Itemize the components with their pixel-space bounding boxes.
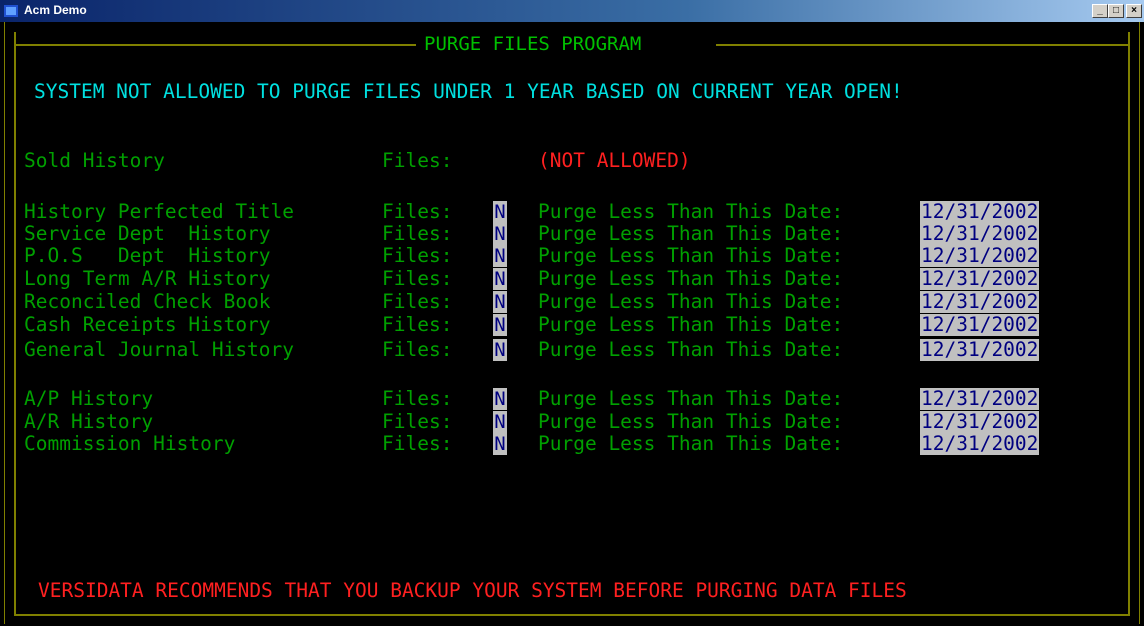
purge-flag-field[interactable]: N [493,223,507,245]
purge-flag-field[interactable]: N [493,291,507,313]
row-label: History Perfected Title [24,200,295,223]
purge-date-label: Purge Less Than This Date: [538,244,844,267]
close-button[interactable]: × [1126,4,1142,18]
app-icon [4,5,18,17]
purge-date-label: Purge Less Than This Date: [538,200,844,223]
purge-date-label: Purge Less Than This Date: [538,387,844,410]
files-label: Files: [382,222,453,245]
row-label: A/P History [24,387,154,410]
sold-history-files-label: Files: [382,149,453,172]
row-label: Cash Receipts History [24,313,271,336]
row-label: P.O.S Dept History [24,244,271,267]
maximize-button[interactable]: □ [1108,4,1124,18]
files-label: Files: [382,410,453,433]
minimize-button[interactable]: _ [1092,4,1108,18]
purge-date-label: Purge Less Than This Date: [538,267,844,290]
purge-date-field[interactable]: 12/31/2002 [920,339,1040,361]
purge-date-field[interactable]: 12/31/2002 [920,201,1040,223]
purge-date-field[interactable]: 12/31/2002 [920,268,1040,290]
row-label: General Journal History [24,338,295,361]
purge-flag-field[interactable]: N [493,314,507,336]
purge-date-field[interactable]: 12/31/2002 [920,223,1040,245]
purge-flag-field[interactable]: N [493,201,507,223]
purge-date-label: Purge Less Than This Date: [538,222,844,245]
row-label: Long Term A/R History [24,267,271,290]
purge-date-label: Purge Less Than This Date: [538,410,844,433]
files-label: Files: [382,200,453,223]
title-bar[interactable]: Acm Demo _ □ × [0,0,1144,22]
program-title: PURGE FILES PROGRAM [424,33,642,55]
files-label: Files: [382,290,453,313]
files-label: Files: [382,267,453,290]
purge-flag-field[interactable]: N [493,268,507,290]
border-top-right [716,44,1130,46]
files-label: Files: [382,338,453,361]
app-window: Acm Demo _ □ × PURGE FILES PROGRAM SYSTE… [0,0,1144,626]
purge-date-field[interactable]: 12/31/2002 [920,411,1040,433]
purge-date-label: Purge Less Than This Date: [538,290,844,313]
purge-warning: SYSTEM NOT ALLOWED TO PURGE FILES UNDER … [34,80,903,103]
purge-date-field[interactable]: 12/31/2002 [920,291,1040,313]
backup-recommendation: VERSIDATA RECOMMENDS THAT YOU BACKUP YOU… [38,579,907,602]
row-label: Service Dept History [24,222,271,245]
purge-date-field[interactable]: 12/31/2002 [920,314,1040,336]
files-label: Files: [382,387,453,410]
purge-date-label: Purge Less Than This Date: [538,432,844,455]
border-top-left [14,44,416,46]
purge-flag-field[interactable]: N [493,388,507,410]
purge-flag-field[interactable]: N [493,411,507,433]
purge-date-label: Purge Less Than This Date: [538,338,844,361]
row-label: Reconciled Check Book [24,290,271,313]
row-label: A/R History [24,410,154,433]
files-label: Files: [382,432,453,455]
purge-date-label: Purge Less Than This Date: [538,313,844,336]
purge-flag-field[interactable]: N [493,433,507,455]
files-label: Files: [382,244,453,267]
sold-history-label: Sold History [24,149,165,172]
purge-date-field[interactable]: 12/31/2002 [920,388,1040,410]
window-title: Acm Demo [24,3,87,17]
purge-date-field[interactable]: 12/31/2002 [920,433,1040,455]
purge-flag-field[interactable]: N [493,339,507,361]
row-label: Commission History [24,432,236,455]
sold-history-status: (NOT ALLOWED) [538,149,691,172]
purge-flag-field[interactable]: N [493,245,507,267]
purge-date-field[interactable]: 12/31/2002 [920,245,1040,267]
files-label: Files: [382,313,453,336]
